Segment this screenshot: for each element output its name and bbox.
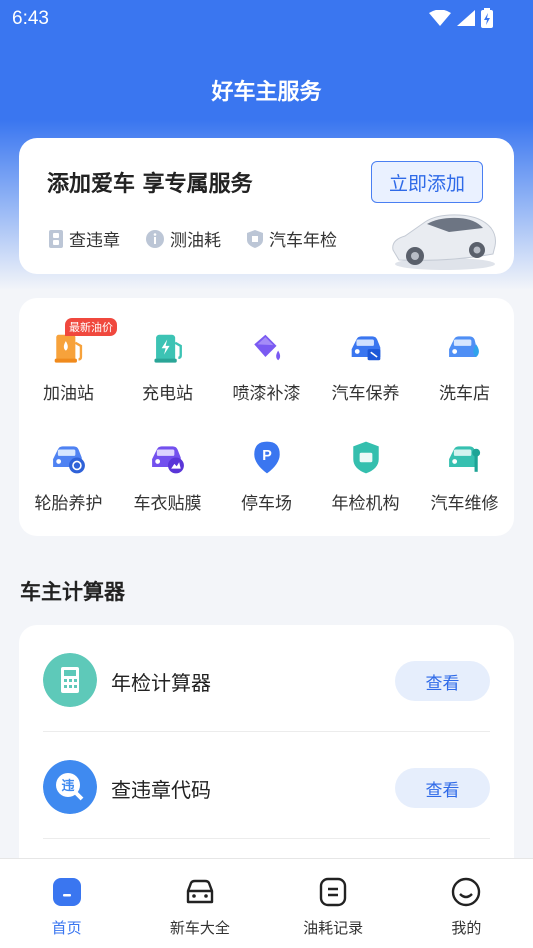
tab-home[interactable]: 首页 bbox=[0, 859, 133, 948]
car-feature-list: 查违章 测油耗 汽车年检 bbox=[49, 226, 337, 251]
service-label: 汽车维修 bbox=[430, 494, 499, 514]
calc-row-label: 查违章代码 bbox=[111, 778, 211, 802]
feature-fuel: 测油耗 bbox=[146, 226, 221, 251]
tab-fuel-records[interactable]: 油耗记录 bbox=[267, 859, 400, 948]
home-icon bbox=[52, 878, 81, 906]
feature-inspection: 汽车年检 bbox=[247, 226, 337, 251]
tab-label: 油耗记录 bbox=[303, 919, 364, 937]
violation-code-icon-text: 违 bbox=[61, 778, 74, 794]
feature-label: 汽车年检 bbox=[269, 231, 337, 251]
inspection-icon bbox=[352, 441, 379, 474]
add-car-headline: 添加爱车 享专属服务 bbox=[47, 172, 253, 197]
svg-text:P: P bbox=[262, 448, 272, 464]
service-inspection[interactable]: 年检机构 bbox=[316, 426, 415, 514]
car-icon bbox=[186, 879, 214, 904]
calculator-icon bbox=[43, 653, 97, 707]
status-icons bbox=[429, 8, 493, 28]
calc-row-inspection[interactable]: 年检计算器 查看 bbox=[43, 625, 490, 732]
status-bar: 6:43 bbox=[0, 0, 533, 36]
service-label: 喷漆补漆 bbox=[232, 384, 301, 404]
bottom-tab-bar: 首页 新车大全 油耗记录 我的 bbox=[0, 858, 533, 948]
service-label: 年检机构 bbox=[331, 494, 400, 514]
service-label: 汽车保养 bbox=[331, 384, 400, 404]
record-icon bbox=[319, 877, 347, 907]
car-wash-icon bbox=[448, 336, 479, 358]
service-tire-care[interactable]: 轮胎养护 bbox=[19, 426, 118, 514]
shield-icon bbox=[247, 229, 263, 248]
parking-icon: P bbox=[253, 441, 280, 474]
calculator-card: 年检计算器 查看 违 查违章代码 查看 bbox=[19, 625, 514, 885]
service-charging-station[interactable]: 充电站 bbox=[118, 316, 217, 404]
car-illustration bbox=[392, 214, 496, 270]
tab-new-cars[interactable]: 新车大全 bbox=[133, 859, 266, 948]
feature-violation: 查违章 bbox=[49, 226, 120, 251]
feature-label: 查违章 bbox=[69, 231, 120, 251]
tire-care-icon bbox=[52, 446, 85, 474]
tab-label: 新车大全 bbox=[169, 919, 230, 937]
violation-icon bbox=[49, 229, 63, 248]
info-icon bbox=[146, 229, 164, 248]
service-maintenance[interactable]: 汽车保养 bbox=[316, 316, 415, 404]
services-grid-card: 最新油价 加油站 充电站 喷漆补漆 汽车保养 洗车店 轮胎养护 车衣贴膜 P 停… bbox=[19, 298, 514, 536]
calc-row-violation-code[interactable]: 违 查违章代码 查看 bbox=[43, 732, 490, 839]
service-car-film[interactable]: 车衣贴膜 bbox=[118, 426, 217, 514]
tab-profile[interactable]: 我的 bbox=[400, 859, 533, 948]
charging-station-icon bbox=[153, 334, 182, 363]
tab-label: 我的 bbox=[451, 919, 482, 937]
signal-icon bbox=[457, 10, 475, 26]
services-grid: 最新油价 加油站 充电站 喷漆补漆 汽车保养 洗车店 轮胎养护 车衣贴膜 P 停… bbox=[19, 316, 514, 514]
status-time: 6:43 bbox=[12, 8, 49, 29]
car-maintenance-icon bbox=[351, 336, 380, 361]
service-gas-station[interactable]: 最新油价 加油站 bbox=[19, 316, 118, 404]
service-label: 洗车店 bbox=[439, 384, 490, 404]
battery-icon bbox=[481, 8, 493, 28]
service-car-repair[interactable]: 汽车维修 bbox=[415, 426, 514, 514]
wifi-icon bbox=[429, 10, 451, 26]
add-car-card[interactable]: 添加爱车 享专属服务 立即添加 查违章 测油耗 汽车年检 bbox=[19, 138, 514, 274]
add-car-button[interactable]: 立即添加 bbox=[371, 161, 483, 203]
page-title: 好车主服务 bbox=[211, 80, 322, 105]
calculator-section-title: 车主计算器 bbox=[20, 580, 125, 604]
service-label: 充电站 bbox=[142, 384, 193, 404]
paint-bucket-icon bbox=[253, 334, 280, 361]
service-label: 加油站 bbox=[43, 384, 94, 404]
view-button[interactable]: 查看 bbox=[395, 768, 490, 808]
service-label: 车衣贴膜 bbox=[133, 494, 202, 514]
calc-row-label: 年检计算器 bbox=[111, 671, 211, 695]
service-car-wash[interactable]: 洗车店 bbox=[415, 316, 514, 404]
tab-label: 首页 bbox=[51, 919, 82, 937]
service-label: 停车场 bbox=[241, 494, 292, 514]
service-paint[interactable]: 喷漆补漆 bbox=[217, 316, 316, 404]
service-parking[interactable]: P 停车场 bbox=[217, 426, 316, 514]
service-label: 轮胎养护 bbox=[34, 494, 103, 514]
latest-oil-price-badge: 最新油价 bbox=[65, 318, 117, 336]
car-repair-icon bbox=[448, 446, 480, 472]
view-button[interactable]: 查看 bbox=[395, 661, 490, 701]
car-film-icon bbox=[151, 446, 184, 474]
feature-label: 测油耗 bbox=[170, 231, 221, 251]
profile-icon bbox=[452, 877, 481, 907]
violation-code-icon: 违 bbox=[43, 760, 97, 814]
